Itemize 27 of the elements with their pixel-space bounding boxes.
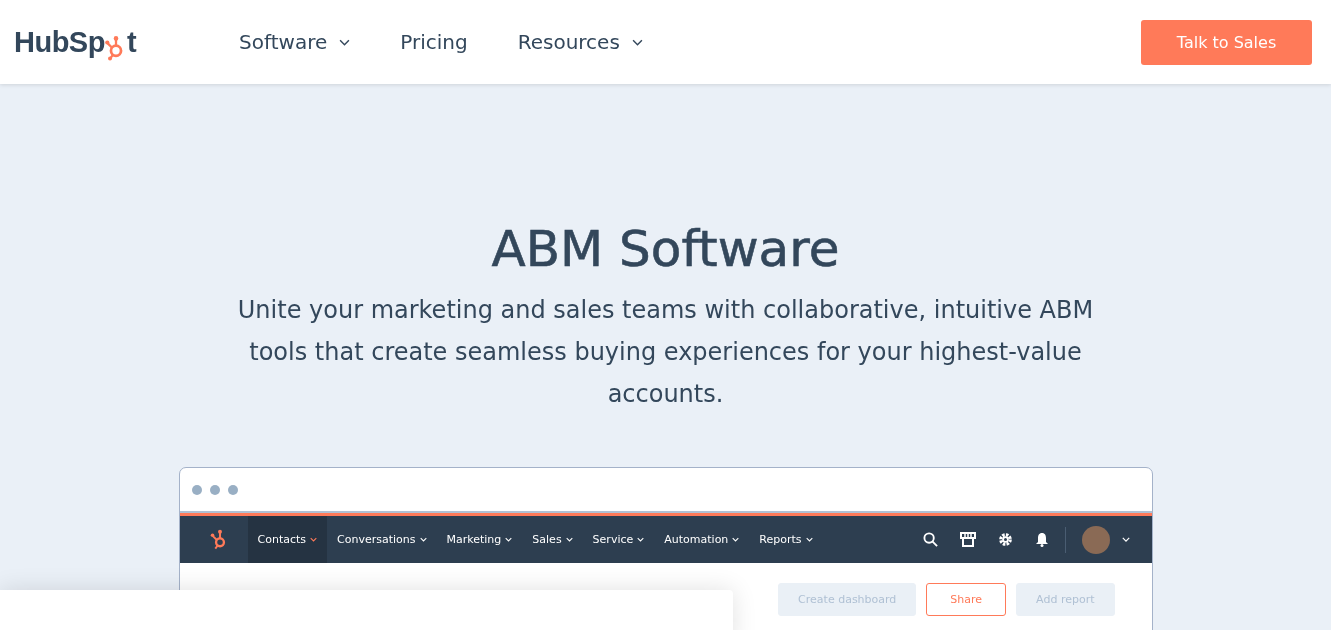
nav-link[interactable]: Resources — [517, 30, 643, 54]
hero-subtitle: Unite your marketing and sales teams with collaborative, intuitive ABM tools that create seamless buying experiences for your highest-value accounts. — [236, 295, 1095, 410]
settings-icon[interactable] — [997, 532, 1013, 547]
caret-icon — [631, 38, 643, 46]
caret-icon — [310, 537, 318, 542]
storefront-icon[interactable] — [959, 532, 976, 547]
caret-icon[interactable] — [1121, 537, 1130, 542]
app-nav-tab[interactable]: Service — [582, 516, 655, 563]
app-nav-tab[interactable]: Marketing — [436, 516, 523, 563]
app-nav-tab[interactable]: Contacts — [247, 516, 328, 563]
caret-icon — [505, 537, 513, 542]
window-dots-icon — [191, 484, 238, 495]
app-nav-tab[interactable]: Reports — [749, 516, 823, 563]
caret-icon — [339, 38, 351, 46]
caret-icon — [732, 537, 740, 542]
caret-icon — [565, 537, 573, 542]
app-nav-tab[interactable]: Conversations — [327, 516, 437, 563]
app-nav-tab[interactable]: Automation — [654, 516, 750, 563]
caret-icon — [419, 537, 427, 542]
nav-link[interactable]: Software — [239, 30, 351, 54]
search-icon[interactable] — [922, 532, 938, 547]
hero-title: ABM Software — [491, 222, 840, 277]
caret-icon — [805, 537, 813, 542]
nav-link[interactable]: Pricing — [400, 30, 468, 54]
caret-icon — [637, 537, 645, 542]
app-nav-tab[interactable]: Sales — [522, 516, 583, 563]
bell-icon[interactable] — [1034, 532, 1049, 547]
